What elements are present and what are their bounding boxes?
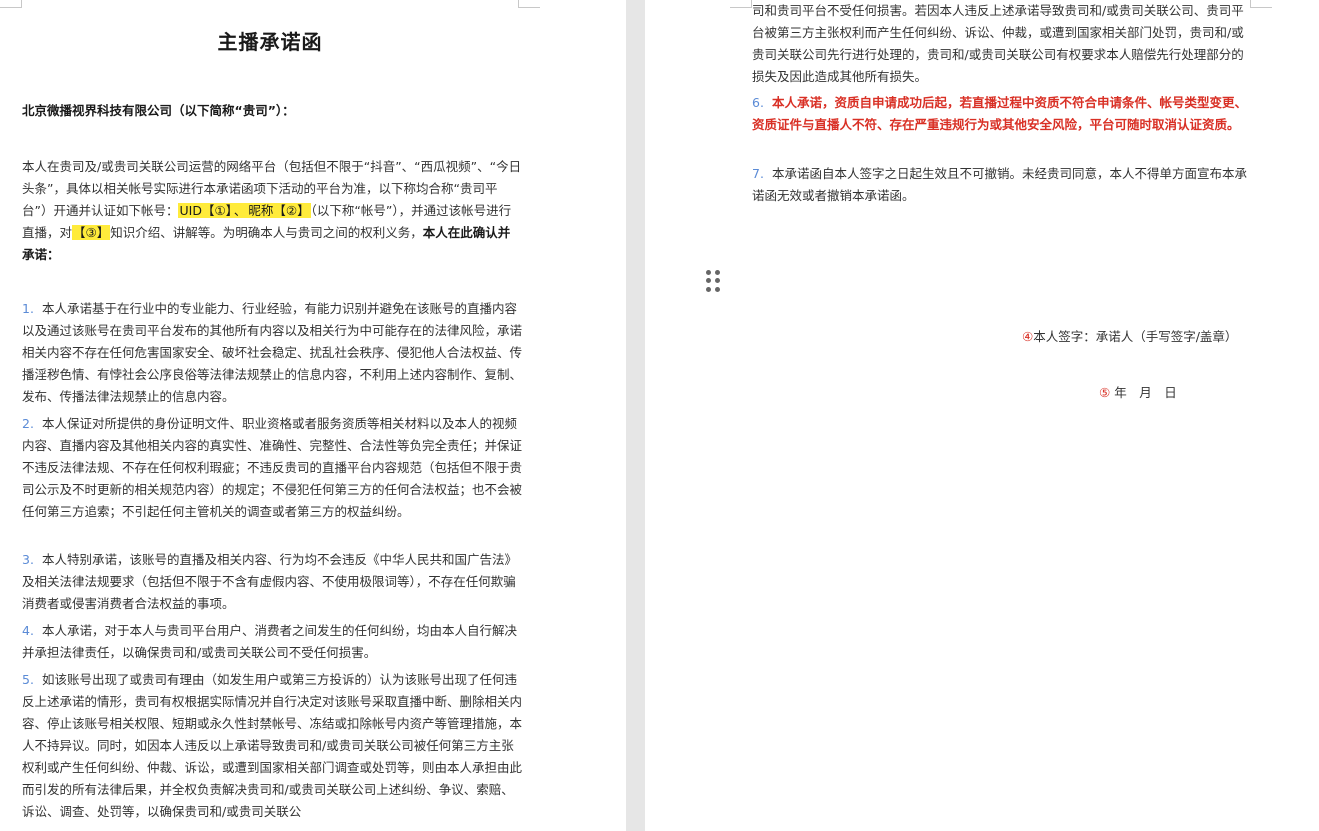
list-text: 本人特别承诺，该账号的直播及相关内容、行为均不会违反《中华人民共和国广告法》及相…: [22, 552, 517, 611]
uid-field[interactable]: UID【①】: [178, 203, 233, 218]
addressee-line: 北京微播视界科技有限公司（以下简称“贵司”）：: [22, 103, 295, 118]
page-gutter: [626, 0, 645, 831]
page-corner-mark: [1250, 0, 1272, 8]
list-number: 7.: [752, 166, 764, 181]
intro-paragraph[interactable]: 本人在贵司及/或贵司关联公司运营的网络平台（包括但不限于“抖音”、“西瓜视频”、…: [22, 156, 522, 266]
list-number: 6.: [752, 95, 764, 110]
page-corner-mark: [0, 0, 22, 8]
topic-field[interactable]: 【③】: [72, 225, 111, 240]
list-text: 本人承诺，对于本人与贵司平台用户、消费者之间发生的任何纠纷，均由本人自行解决并承…: [22, 623, 517, 660]
continuation-paragraph[interactable]: 司和贵司平台不受任何损害。若因本人违反上述承诺导致贵司和/或贵司关联公司、贵司平…: [752, 0, 1252, 88]
date-line[interactable]: ⑤ 年 月 日: [1099, 382, 1177, 401]
signature-mark: ④: [1022, 329, 1034, 344]
list-item[interactable]: 6. 本人承诺，资质自申请成功后起，若直播过程中资质不符合申请条件、帐号类型变更、…: [752, 92, 1252, 136]
page-corner-mark: [518, 0, 540, 8]
list-item[interactable]: 1. 本人承诺基于在行业中的专业能力、行业经验，有能力识别并避免在该账号的直播内容…: [22, 298, 522, 408]
list-text: 如该账号出现了或贵司有理由（如发生用户或第三方投诉的）认为该账号出现了任何违反上…: [22, 672, 523, 819]
list-item[interactable]: 4. 本人承诺，对于本人与贵司平台用户、消费者之间发生的任何纠纷，均由本人自行解决…: [22, 620, 522, 664]
list-number: 4.: [22, 623, 34, 638]
list-number: 3.: [22, 552, 34, 567]
field-separator: 、: [232, 203, 248, 218]
list-number: 2.: [22, 416, 34, 431]
document-title: 主播承诺函: [217, 30, 323, 54]
list-text-warning: 本人承诺，资质自申请成功后起，若直播过程中资质不符合申请条件、帐号类型变更、资质…: [752, 95, 1247, 132]
list-text: 本人承诺基于在行业中的专业能力、行业经验，有能力识别并避免在该账号的直播内容以及…: [22, 301, 523, 404]
list-item[interactable]: 2. 本人保证对所提供的身份证明文件、职业资格或者服务资质等相关材料以及本人的视频…: [22, 413, 522, 523]
signature-label: 本人签字：承诺人（手写签字/盖章）: [1033, 329, 1238, 344]
list-number: 5.: [22, 672, 34, 687]
list-text: 本承诺函自本人签字之日起生效且不可撤销。未经贵司同意，本人不得单方面宣布本承诺函…: [752, 166, 1247, 203]
list-item[interactable]: 3. 本人特别承诺，该账号的直播及相关内容、行为均不会违反《中华人民共和国广告法》…: [22, 549, 522, 615]
list-item[interactable]: 5. 如该账号出现了或贵司有理由（如发生用户或第三方投诉的）认为该账号出现了任何违…: [22, 669, 522, 823]
intro-text: 知识介绍、讲解等。为明确本人与贵司之间的权利义务，: [110, 225, 423, 240]
list-number: 1.: [22, 301, 34, 316]
drag-handle-icon[interactable]: [706, 270, 720, 292]
page-corner-mark: [730, 0, 752, 8]
date-label: 年 月 日: [1110, 385, 1177, 400]
list-text: 本人保证对所提供的身份证明文件、职业资格或者服务资质等相关材料以及本人的视频内容…: [22, 416, 523, 519]
nickname-field[interactable]: 昵称【②】: [247, 203, 311, 218]
signature-line[interactable]: ④本人签字：承诺人（手写签字/盖章）: [1022, 326, 1237, 345]
list-item[interactable]: 7. 本承诺函自本人签字之日起生效且不可撤销。未经贵司同意，本人不得单方面宣布本承…: [752, 163, 1252, 207]
date-mark: ⑤: [1099, 385, 1111, 400]
